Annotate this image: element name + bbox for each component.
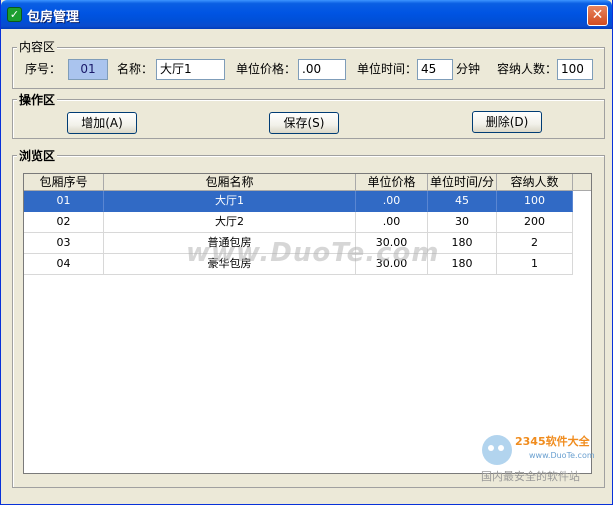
content-group-legend: 内容区 [17, 38, 58, 55]
add-button[interactable]: 增加(A) [67, 112, 137, 134]
capacity-field[interactable]: 100 [557, 59, 593, 80]
site-logo: 2345软件大全 www.DuoTe.com 国内最安全的软件站 [481, 434, 595, 483]
cell-capacity: 1 [497, 254, 573, 275]
serial-label: 序号： [25, 62, 62, 76]
logo-slogan: 国内最安全的软件站 [481, 469, 580, 483]
mascot-icon [482, 435, 512, 465]
cell-name: 大厅2 [104, 212, 356, 233]
check-icon: ✓ [7, 7, 22, 22]
cell-serial: 01 [24, 191, 104, 212]
cell-name: 大厅1 [104, 191, 356, 212]
cell-capacity: 200 [497, 212, 573, 233]
cell-price: .00 [356, 212, 428, 233]
save-button[interactable]: 保存(S) [269, 112, 339, 134]
unit-time-label: 单位时间： [357, 62, 418, 76]
cell-serial: 04 [24, 254, 104, 275]
column-header-serial[interactable]: 包厢序号 [24, 174, 104, 191]
table-row[interactable]: 01 大厅1 .00 45 100 [24, 191, 573, 212]
table-header: 包厢序号 包厢名称 单位价格 单位时间/分 容纳人数 [24, 174, 591, 191]
cell-capacity: 100 [497, 191, 573, 212]
price-field[interactable]: .00 [298, 59, 346, 80]
cell-unit-time: 45 [428, 191, 497, 212]
delete-button[interactable]: 删除(D) [472, 111, 542, 133]
cell-price: .00 [356, 191, 428, 212]
duote-watermark: www.DuoTe.com [186, 238, 440, 268]
browse-group-legend: 浏览区 [17, 147, 58, 164]
cell-serial: 02 [24, 212, 104, 233]
package-room-window: ✓ 包房管理 ✕ 内容区 序号： 01 名称： 大厅1 单位价格： .00 单位… [0, 0, 613, 505]
logo-brand: 2345软件大全 [515, 434, 591, 448]
table-row[interactable]: 02 大厅2 .00 30 200 [24, 212, 573, 233]
capacity-label: 容纳人数： [497, 62, 558, 76]
cell-unit-time: 30 [428, 212, 497, 233]
column-header-name[interactable]: 包厢名称 [104, 174, 356, 191]
price-label: 单位价格： [236, 62, 297, 76]
cell-serial: 03 [24, 233, 104, 254]
name-label: 名称： [117, 62, 154, 76]
window-title: 包房管理 [27, 10, 80, 25]
minute-label: 分钟 [456, 62, 481, 76]
cell-capacity: 2 [497, 233, 573, 254]
serial-field[interactable]: 01 [68, 59, 108, 80]
column-header-price[interactable]: 单位价格 [356, 174, 428, 191]
operations-group-legend: 操作区 [17, 91, 58, 108]
column-header-unit-time[interactable]: 单位时间/分 [428, 174, 497, 191]
title-bar[interactable]: ✓ 包房管理 ✕ [1, 0, 612, 29]
column-header-capacity[interactable]: 容纳人数 [497, 174, 573, 191]
unit-time-field[interactable]: 45 [417, 59, 453, 80]
name-field[interactable]: 大厅1 [156, 59, 225, 80]
logo-url: www.DuoTe.com [529, 451, 595, 460]
close-button[interactable]: ✕ [587, 5, 608, 26]
